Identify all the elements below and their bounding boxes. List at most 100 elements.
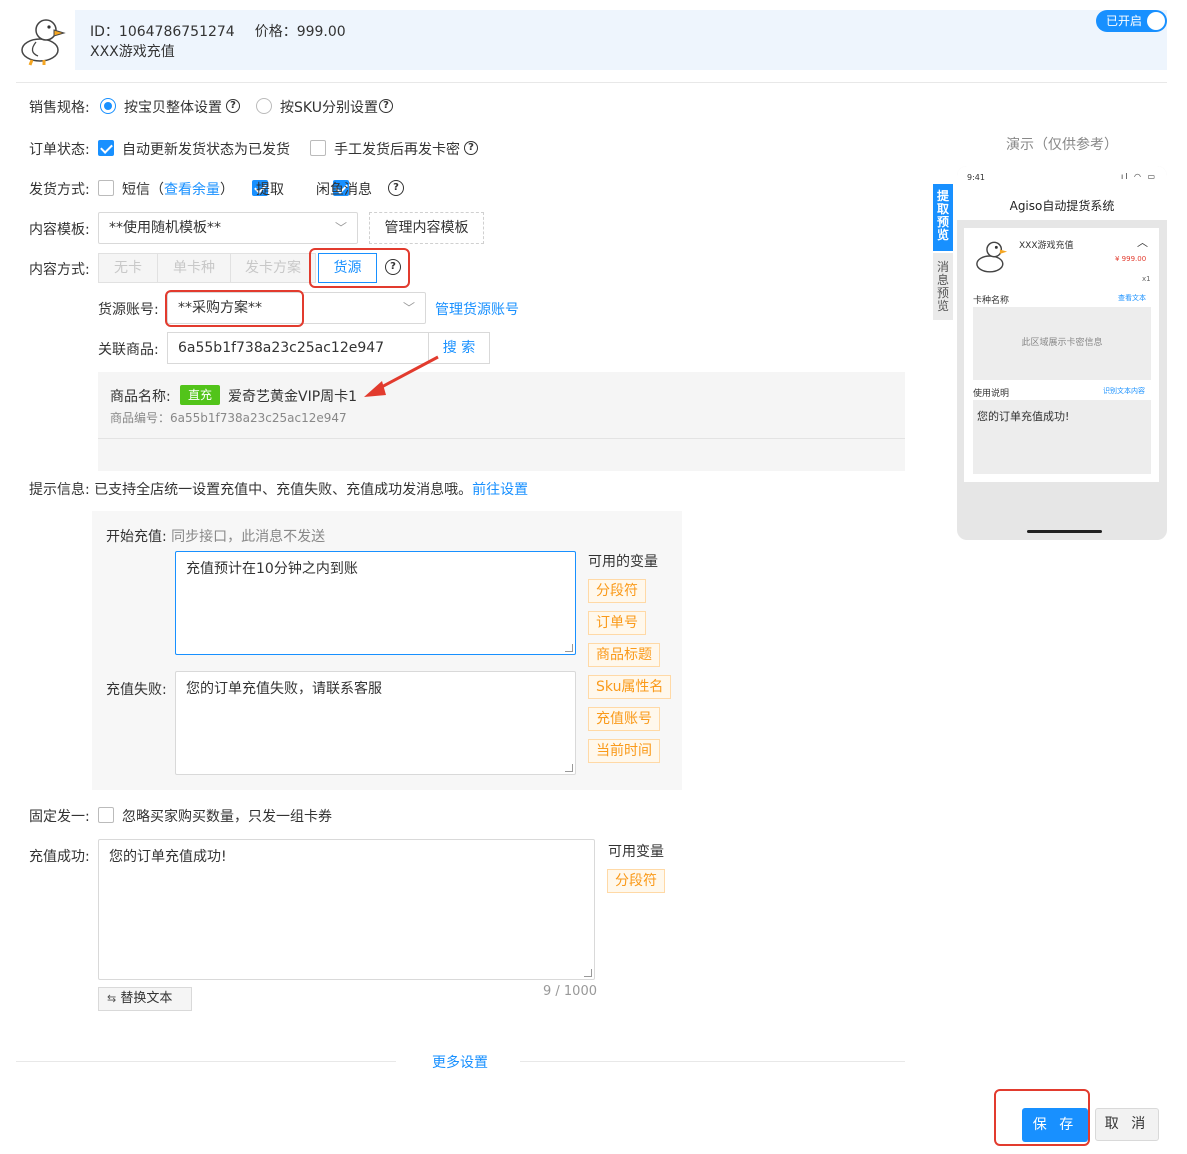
content-template-select[interactable]: **使用随机模板** ﹀: [98, 212, 358, 244]
recharge-fail-textarea[interactable]: 您的订单充值失败，请联系客服: [175, 671, 576, 775]
goto-settings-link[interactable]: 前往设置: [472, 482, 528, 498]
direct-charge-tag: 直充: [180, 385, 221, 405]
recharge-success-textarea[interactable]: 您的订单充值成功!: [98, 839, 595, 980]
var-tag[interactable]: 充值账号: [588, 707, 660, 731]
check-balance-link[interactable]: 查看余量: [164, 182, 220, 198]
status-time: 9:41: [967, 173, 985, 182]
tab-message-preview[interactable]: 消息预览: [933, 253, 953, 320]
resize-handle-icon[interactable]: [565, 644, 573, 652]
sms-text: 短信: [122, 182, 150, 198]
success-vars-title: 可用变量: [608, 844, 664, 860]
select-value: **使用随机模板**: [109, 220, 221, 236]
related-product-label: 关联商品:: [98, 342, 159, 358]
usage-text: 您的订单充值成功!: [973, 400, 1151, 474]
duck-avatar-icon: [18, 12, 68, 66]
recharge-fail-label: 充值失败:: [106, 682, 167, 698]
tip-info-text: 已支持全店统一设置充值中、充值失败、充值成功发消息哦。: [94, 482, 473, 498]
help-icon[interactable]: ?: [379, 99, 393, 113]
radio-whole[interactable]: [100, 98, 116, 114]
phone-price: ¥ 999.00: [1115, 255, 1147, 263]
manual-send-label: 手工发货后再发卡密: [334, 142, 460, 158]
cancel-button[interactable]: 取 消: [1095, 1108, 1159, 1141]
chevron-down-icon: ﹀: [334, 221, 347, 235]
view-text-link[interactable]: 查看文本: [1118, 293, 1146, 303]
replace-icon: ⇆: [107, 992, 117, 1005]
help-icon[interactable]: ?: [464, 141, 478, 155]
method-single-card[interactable]: 单卡种: [157, 253, 231, 283]
var-tag[interactable]: 分段符: [588, 579, 646, 603]
app-title: Agiso自动提货系统: [1009, 199, 1115, 213]
resize-handle-icon[interactable]: [565, 764, 573, 772]
tab-pickup-preview[interactable]: 提取预览: [933, 184, 953, 251]
textarea-value: 您的订单充值失败，请联系客服: [186, 681, 382, 697]
var-tag[interactable]: 商品标题: [588, 643, 660, 667]
sms-checkbox[interactable]: [98, 180, 114, 196]
divider-left: [16, 1061, 396, 1062]
content-template-label: 内容模板:: [29, 222, 90, 238]
method-card-plan[interactable]: 发卡方案: [230, 253, 316, 283]
textarea-value: 充值预计在10分钟之内到账: [186, 561, 358, 577]
radio-sku[interactable]: [256, 98, 272, 114]
header-divider: [16, 82, 1167, 83]
textarea-value: 您的订单充值成功!: [109, 849, 227, 865]
pickup-label: 提取: [256, 182, 284, 198]
fixed-one-text: 忽略买家购买数量，只发一组卡券: [122, 809, 332, 825]
var-tag[interactable]: 分段符: [607, 869, 665, 893]
start-recharge-note: 同步接口，此消息不发送: [171, 529, 326, 545]
product-title: XXX游戏充值: [90, 44, 175, 60]
paren-open: （: [150, 182, 164, 198]
product-name-label: 商品名称:: [110, 389, 171, 405]
manual-send-checkbox[interactable]: [310, 140, 326, 156]
content-method-label: 内容方式:: [29, 262, 90, 278]
arrow-annotation-icon: [360, 345, 450, 405]
divider-right: [520, 1061, 905, 1062]
usage-label: 使用说明: [973, 389, 1010, 399]
manage-template-button[interactable]: 管理内容模板: [369, 212, 484, 244]
auto-update-checkbox[interactable]: [98, 140, 114, 156]
var-tag[interactable]: 当前时间: [588, 739, 660, 763]
duck-thumb-icon: [974, 236, 1010, 276]
collapse-icon[interactable]: ︿: [1137, 234, 1148, 250]
product-id-price: ID：1064786751274 价格：999.00: [90, 21, 366, 41]
start-recharge-textarea[interactable]: 充值预计在10分钟之内到账: [175, 551, 576, 655]
help-icon[interactable]: ?: [226, 99, 240, 113]
tip-info-row: 提示信息: 已支持全店统一设置充值中、充值失败、充值成功发消息哦。前往设置: [29, 479, 528, 499]
card-area: 此区域展示卡密信息: [973, 307, 1151, 380]
start-recharge-row: 开始充值: 同步接口，此消息不发送: [106, 526, 325, 546]
toggle-knob: [1147, 12, 1165, 30]
phone-preview: 9:41 ıl ◠ ▭ Agiso自动提货系统 XXX游戏充值 ︿ ¥ 999.…: [957, 166, 1167, 540]
method-no-card[interactable]: 无卡: [98, 253, 158, 283]
xianyu-label: 闲鱼消息: [316, 182, 372, 198]
replace-text-button[interactable]: ⇆ 替换文本: [98, 987, 192, 1011]
manage-source-link[interactable]: 管理货源账号: [435, 299, 519, 319]
paren-close: ）: [220, 182, 234, 198]
start-recharge-label: 开始充值:: [106, 529, 167, 545]
sms-label: 短信（查看余量）: [122, 179, 234, 199]
var-tag[interactable]: Sku属性名: [588, 675, 672, 699]
replace-text-label: 替换文本: [120, 991, 173, 1006]
vars-title: 可用的变量: [588, 554, 658, 570]
product-code: 商品编号：6a55b1f738a23c25ac12e947: [110, 411, 347, 425]
recognize-link[interactable]: 识别文本内容: [1103, 386, 1145, 396]
help-icon[interactable]: ?: [388, 180, 404, 196]
phone-qty: x1: [1142, 275, 1151, 283]
order-status-label: 订单状态:: [29, 142, 90, 158]
enable-toggle[interactable]: 已开启: [1096, 10, 1167, 32]
ship-method-label: 发货方式:: [29, 182, 90, 198]
fixed-one-checkbox[interactable]: [98, 807, 114, 823]
toggle-label: 已开启: [1106, 14, 1143, 28]
product-name: 爱奇艺黄金VIP周卡1: [228, 389, 358, 405]
status-icons: ıl ◠ ▭: [1121, 172, 1158, 181]
card-type-label: 卡种名称: [973, 296, 1010, 306]
radio-whole-label: 按宝贝整体设置: [124, 100, 222, 116]
source-account-label: 货源账号:: [98, 302, 159, 318]
demo-title: 演示（仅供参考）: [1006, 137, 1118, 153]
phone-product-title: XXX游戏充值: [1019, 241, 1074, 251]
more-settings-link[interactable]: 更多设置: [432, 1052, 488, 1072]
resize-handle-icon[interactable]: [584, 969, 592, 977]
highlight-box: [165, 290, 304, 327]
var-tag[interactable]: 订单号: [588, 611, 646, 635]
fixed-one-label: 固定发一:: [29, 809, 90, 825]
product-price: 价格：999.00: [254, 24, 346, 40]
char-counter: 9 / 1000: [543, 984, 597, 999]
